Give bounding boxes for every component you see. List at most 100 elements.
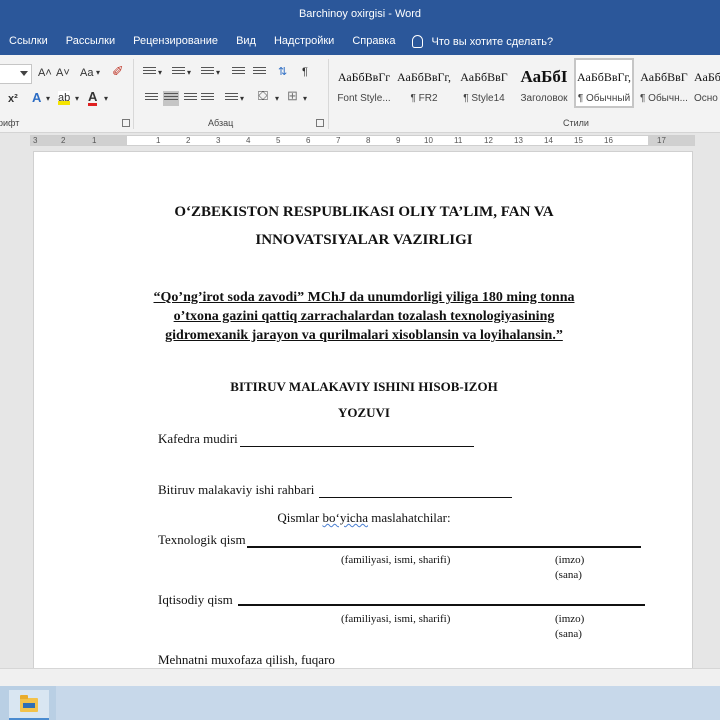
multilevel-list-icon[interactable] bbox=[201, 67, 214, 78]
style-preview: АаБбВвГ bbox=[640, 70, 688, 84]
head-of-department-label: Kafedra mudiri bbox=[158, 431, 238, 446]
align-left-icon[interactable] bbox=[145, 93, 158, 104]
font-size-box[interactable] bbox=[0, 64, 32, 84]
ruler-number: 7 bbox=[336, 136, 341, 145]
style-heading[interactable]: АаБбІ Заголовок bbox=[514, 58, 574, 108]
ruler-number: 5 bbox=[276, 136, 281, 145]
justify-icon[interactable] bbox=[201, 93, 214, 104]
signature-line bbox=[319, 497, 512, 498]
style-name: ¶ Обычн... bbox=[640, 93, 688, 104]
labor-protection-label: Mehnatni muxofaza qilish, fuqaro bbox=[158, 652, 335, 667]
horizontal-ruler[interactable]: 3 2 1 1 2 3 4 5 6 7 8 9 10 11 12 13 14 1… bbox=[0, 133, 720, 148]
numbering-icon[interactable] bbox=[172, 67, 185, 78]
tell-me-text: Что вы хотите сделать? bbox=[431, 35, 554, 48]
font-group-label: рифт bbox=[0, 118, 20, 128]
tab-references[interactable]: Ссылки bbox=[0, 28, 57, 55]
chevron-down-icon: ▾ bbox=[46, 94, 51, 103]
status-bar bbox=[0, 668, 720, 686]
sort-icon[interactable]: ⇅ bbox=[278, 65, 287, 79]
thesis-topic-line-3: gidromexanik jarayon va qurilmalari xiso… bbox=[165, 328, 563, 343]
ruler-number: 6 bbox=[306, 136, 311, 145]
ruler-number: 3 bbox=[216, 136, 221, 145]
grow-font-button[interactable]: A˄ bbox=[38, 66, 52, 80]
style-name: ¶ Обычный bbox=[577, 93, 631, 104]
ruler-number: 13 bbox=[514, 136, 523, 145]
group-divider bbox=[133, 59, 134, 129]
style-font-style[interactable]: АаБбВвГг Font Style... bbox=[334, 58, 394, 108]
style-preview: АаБбВвГг bbox=[337, 70, 391, 84]
styles-gallery: АаБбВвГг Font Style... АаБбВвГг, ¶ FR2 А… bbox=[334, 58, 720, 108]
style-name: ¶ FR2 bbox=[410, 93, 438, 104]
chevron-down-icon: ▾ bbox=[303, 94, 308, 103]
superscript-button[interactable]: x² bbox=[8, 92, 18, 106]
date-hint: (sana) bbox=[555, 628, 582, 640]
ministry-line-2: INNOVATSIYALAR VAZIRLIGI bbox=[255, 232, 473, 248]
decrease-indent-icon[interactable] bbox=[232, 67, 245, 78]
paragraph-dialog-launcher[interactable] bbox=[316, 119, 324, 127]
tell-me-box[interactable]: Что вы хотите сделать? bbox=[412, 35, 553, 48]
ruler-number: 11 bbox=[454, 136, 463, 145]
shading-icon[interactable]: ⛋ bbox=[258, 89, 268, 103]
tab-addins[interactable]: Надстройки bbox=[265, 28, 343, 55]
align-center-icon[interactable] bbox=[163, 91, 179, 106]
chevron-down-icon: ▾ bbox=[240, 94, 245, 103]
ruler-number: 1 bbox=[92, 136, 97, 145]
style-preview: АаБбВвГ bbox=[460, 70, 508, 84]
paragraph-group-label: Абзац bbox=[208, 118, 234, 128]
style-normal-2[interactable]: АаБбВвГ ¶ Обычн... bbox=[634, 58, 694, 108]
font-color-button[interactable]: A bbox=[88, 90, 98, 106]
document-page[interactable]: O‘ZBEKISTON RESPUBLIKASI OLIY TA’LIM, FA… bbox=[33, 151, 693, 668]
style-preview: АаБбВ bbox=[694, 70, 720, 84]
fio-hint: (familiyasi, ismi, sharifi) bbox=[341, 554, 451, 566]
style-preview: АаБбВвГг, bbox=[396, 70, 451, 84]
ribbon: A˄ A˅ Aa ▾ ✐ x² A ▾ ab ▾ A ▾ рифт ▾ ▾ ▾ … bbox=[0, 55, 720, 133]
clear-formatting-icon[interactable]: ✐ bbox=[112, 64, 124, 78]
change-case-button[interactable]: Aa bbox=[80, 66, 93, 80]
ruler-number: 2 bbox=[186, 136, 191, 145]
style-normal[interactable]: АаБбВвГг, ¶ Обычный bbox=[574, 58, 634, 108]
ribbon-tabs: Ссылки Рассылки Рецензирование Вид Надст… bbox=[0, 28, 720, 55]
ruler-number: 8 bbox=[366, 136, 371, 145]
style-preview: АаБбВвГг, bbox=[576, 70, 631, 84]
document-type-line-2: YOZUVI bbox=[337, 405, 390, 420]
increase-indent-icon[interactable] bbox=[253, 67, 266, 78]
text-effects-button[interactable]: A bbox=[32, 91, 41, 105]
style-name: Осно bbox=[694, 93, 718, 104]
ruler-number: 1 bbox=[156, 136, 161, 145]
line-spacing-icon[interactable] bbox=[225, 93, 238, 104]
ruler-right-margin bbox=[648, 136, 694, 145]
style-fr2[interactable]: АаБбВвГг, ¶ FR2 bbox=[394, 58, 454, 108]
supervisor-label: Bitiruv malakaviy ishi rahbari bbox=[158, 482, 315, 497]
tab-help[interactable]: Справка bbox=[343, 28, 404, 55]
taskbar bbox=[0, 686, 720, 720]
date-hint: (sana) bbox=[555, 569, 582, 581]
consultants-text: Qismlar bbox=[277, 510, 323, 525]
style-style14[interactable]: АаБбВвГ ¶ Style14 bbox=[454, 58, 514, 108]
chevron-down-icon: ▾ bbox=[187, 68, 192, 77]
signature-line bbox=[240, 446, 474, 447]
bullets-icon[interactable] bbox=[143, 67, 156, 78]
style-preview: АаБбІ bbox=[520, 67, 568, 86]
align-right-icon[interactable] bbox=[184, 93, 197, 104]
thesis-topic-line-2: o’txona gazini qattiq zarrachalardan toz… bbox=[173, 309, 555, 324]
tab-review[interactable]: Рецензирование bbox=[124, 28, 227, 55]
style-name: ¶ Style14 bbox=[463, 93, 505, 104]
ruler-number: 17 bbox=[657, 136, 666, 145]
economic-part-label: Iqtisodiy qism bbox=[158, 592, 233, 607]
consultants-text: maslahatchilar: bbox=[367, 510, 451, 525]
font-dialog-launcher[interactable] bbox=[122, 119, 130, 127]
ruler-number: 2 bbox=[61, 136, 66, 145]
borders-icon[interactable]: ⊞ bbox=[287, 89, 298, 103]
shrink-font-button[interactable]: A˅ bbox=[56, 66, 70, 80]
show-formatting-icon[interactable]: ¶ bbox=[302, 65, 308, 79]
lightbulb-icon bbox=[412, 35, 424, 48]
tab-view[interactable]: Вид bbox=[227, 28, 265, 55]
taskbar-area bbox=[56, 686, 720, 720]
thesis-topic-line-1: “Qo’ng’irot soda zavodi” MChJ da unumdor… bbox=[153, 290, 575, 305]
chevron-down-icon: ▾ bbox=[96, 68, 101, 77]
style-basic[interactable]: АаБбВ Осно bbox=[694, 58, 720, 108]
highlight-button[interactable]: ab bbox=[58, 91, 71, 105]
chevron-down-icon: ▾ bbox=[158, 68, 163, 77]
tab-mailings[interactable]: Рассылки bbox=[57, 28, 124, 55]
fio-hint: (familiyasi, ismi, sharifi) bbox=[341, 613, 451, 625]
